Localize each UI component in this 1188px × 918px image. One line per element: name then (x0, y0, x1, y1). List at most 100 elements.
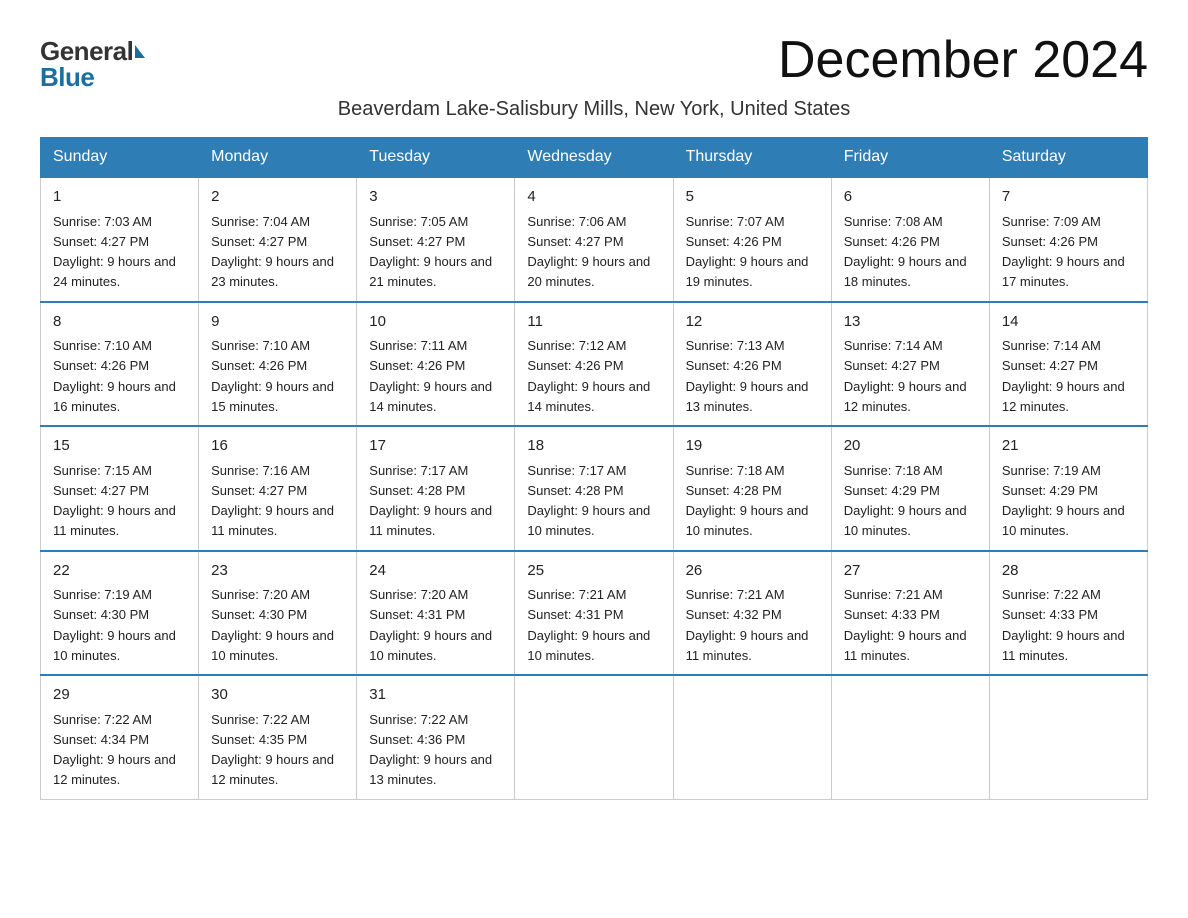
table-row: 28 Sunrise: 7:22 AMSunset: 4:33 PMDaylig… (989, 551, 1147, 676)
day-info: Sunrise: 7:09 AMSunset: 4:26 PMDaylight:… (1002, 214, 1125, 290)
day-number: 21 (1002, 435, 1135, 458)
table-row: 20 Sunrise: 7:18 AMSunset: 4:29 PMDaylig… (831, 426, 989, 551)
calendar-week-row: 22 Sunrise: 7:19 AMSunset: 4:30 PMDaylig… (41, 551, 1148, 676)
calendar-week-row: 29 Sunrise: 7:22 AMSunset: 4:34 PMDaylig… (41, 675, 1148, 799)
day-info: Sunrise: 7:19 AMSunset: 4:30 PMDaylight:… (53, 587, 176, 663)
table-row: 13 Sunrise: 7:14 AMSunset: 4:27 PMDaylig… (831, 302, 989, 427)
logo-general-text: General (40, 38, 133, 64)
day-info: Sunrise: 7:16 AMSunset: 4:27 PMDaylight:… (211, 463, 334, 539)
table-row: 3 Sunrise: 7:05 AMSunset: 4:27 PMDayligh… (357, 177, 515, 302)
day-info: Sunrise: 7:05 AMSunset: 4:27 PMDaylight:… (369, 214, 492, 290)
day-info: Sunrise: 7:21 AMSunset: 4:31 PMDaylight:… (527, 587, 650, 663)
day-number: 19 (686, 435, 819, 458)
col-wednesday: Wednesday (515, 138, 673, 178)
table-row: 27 Sunrise: 7:21 AMSunset: 4:33 PMDaylig… (831, 551, 989, 676)
col-friday: Friday (831, 138, 989, 178)
day-number: 10 (369, 311, 502, 334)
table-row (831, 675, 989, 799)
logo-blue-text: Blue (40, 64, 94, 90)
day-info: Sunrise: 7:10 AMSunset: 4:26 PMDaylight:… (211, 338, 334, 414)
table-row: 19 Sunrise: 7:18 AMSunset: 4:28 PMDaylig… (673, 426, 831, 551)
day-info: Sunrise: 7:14 AMSunset: 4:27 PMDaylight:… (844, 338, 967, 414)
day-number: 5 (686, 186, 819, 209)
table-row: 14 Sunrise: 7:14 AMSunset: 4:27 PMDaylig… (989, 302, 1147, 427)
day-number: 4 (527, 186, 660, 209)
day-info: Sunrise: 7:18 AMSunset: 4:29 PMDaylight:… (844, 463, 967, 539)
table-row: 5 Sunrise: 7:07 AMSunset: 4:26 PMDayligh… (673, 177, 831, 302)
table-row: 21 Sunrise: 7:19 AMSunset: 4:29 PMDaylig… (989, 426, 1147, 551)
day-info: Sunrise: 7:20 AMSunset: 4:31 PMDaylight:… (369, 587, 492, 663)
table-row: 29 Sunrise: 7:22 AMSunset: 4:34 PMDaylig… (41, 675, 199, 799)
day-number: 17 (369, 435, 502, 458)
day-info: Sunrise: 7:22 AMSunset: 4:36 PMDaylight:… (369, 712, 492, 788)
table-row (673, 675, 831, 799)
day-number: 11 (527, 311, 660, 334)
table-row: 2 Sunrise: 7:04 AMSunset: 4:27 PMDayligh… (199, 177, 357, 302)
table-row: 15 Sunrise: 7:15 AMSunset: 4:27 PMDaylig… (41, 426, 199, 551)
table-row: 31 Sunrise: 7:22 AMSunset: 4:36 PMDaylig… (357, 675, 515, 799)
day-info: Sunrise: 7:22 AMSunset: 4:33 PMDaylight:… (1002, 587, 1125, 663)
day-number: 23 (211, 560, 344, 583)
table-row: 17 Sunrise: 7:17 AMSunset: 4:28 PMDaylig… (357, 426, 515, 551)
calendar-week-row: 1 Sunrise: 7:03 AMSunset: 4:27 PMDayligh… (41, 177, 1148, 302)
day-number: 29 (53, 684, 186, 707)
day-number: 27 (844, 560, 977, 583)
day-info: Sunrise: 7:07 AMSunset: 4:26 PMDaylight:… (686, 214, 809, 290)
day-number: 7 (1002, 186, 1135, 209)
day-number: 12 (686, 311, 819, 334)
day-number: 26 (686, 560, 819, 583)
col-tuesday: Tuesday (357, 138, 515, 178)
day-number: 25 (527, 560, 660, 583)
table-row: 8 Sunrise: 7:10 AMSunset: 4:26 PMDayligh… (41, 302, 199, 427)
table-row: 1 Sunrise: 7:03 AMSunset: 4:27 PMDayligh… (41, 177, 199, 302)
day-info: Sunrise: 7:15 AMSunset: 4:27 PMDaylight:… (53, 463, 176, 539)
table-row: 26 Sunrise: 7:21 AMSunset: 4:32 PMDaylig… (673, 551, 831, 676)
day-number: 28 (1002, 560, 1135, 583)
col-thursday: Thursday (673, 138, 831, 178)
calendar-subtitle: Beaverdam Lake-Salisbury Mills, New York… (40, 98, 1148, 121)
table-row: 22 Sunrise: 7:19 AMSunset: 4:30 PMDaylig… (41, 551, 199, 676)
table-row (515, 675, 673, 799)
day-number: 15 (53, 435, 186, 458)
day-info: Sunrise: 7:04 AMSunset: 4:27 PMDaylight:… (211, 214, 334, 290)
day-number: 31 (369, 684, 502, 707)
table-row: 30 Sunrise: 7:22 AMSunset: 4:35 PMDaylig… (199, 675, 357, 799)
day-info: Sunrise: 7:17 AMSunset: 4:28 PMDaylight:… (369, 463, 492, 539)
day-info: Sunrise: 7:18 AMSunset: 4:28 PMDaylight:… (686, 463, 809, 539)
table-row: 12 Sunrise: 7:13 AMSunset: 4:26 PMDaylig… (673, 302, 831, 427)
logo: General Blue (40, 38, 145, 90)
day-info: Sunrise: 7:06 AMSunset: 4:27 PMDaylight:… (527, 214, 650, 290)
day-info: Sunrise: 7:21 AMSunset: 4:33 PMDaylight:… (844, 587, 967, 663)
day-info: Sunrise: 7:03 AMSunset: 4:27 PMDaylight:… (53, 214, 176, 290)
month-title: December 2024 (778, 30, 1148, 90)
day-info: Sunrise: 7:13 AMSunset: 4:26 PMDaylight:… (686, 338, 809, 414)
table-row: 6 Sunrise: 7:08 AMSunset: 4:26 PMDayligh… (831, 177, 989, 302)
day-info: Sunrise: 7:22 AMSunset: 4:35 PMDaylight:… (211, 712, 334, 788)
calendar-header-row: Sunday Monday Tuesday Wednesday Thursday… (41, 138, 1148, 178)
calendar-table: Sunday Monday Tuesday Wednesday Thursday… (40, 137, 1148, 800)
day-number: 2 (211, 186, 344, 209)
day-number: 1 (53, 186, 186, 209)
day-number: 24 (369, 560, 502, 583)
calendar-week-row: 15 Sunrise: 7:15 AMSunset: 4:27 PMDaylig… (41, 426, 1148, 551)
table-row: 25 Sunrise: 7:21 AMSunset: 4:31 PMDaylig… (515, 551, 673, 676)
day-number: 16 (211, 435, 344, 458)
day-info: Sunrise: 7:20 AMSunset: 4:30 PMDaylight:… (211, 587, 334, 663)
day-number: 30 (211, 684, 344, 707)
day-info: Sunrise: 7:11 AMSunset: 4:26 PMDaylight:… (369, 338, 492, 414)
table-row: 4 Sunrise: 7:06 AMSunset: 4:27 PMDayligh… (515, 177, 673, 302)
col-monday: Monday (199, 138, 357, 178)
table-row (989, 675, 1147, 799)
day-number: 20 (844, 435, 977, 458)
logo-arrow-icon (135, 45, 145, 58)
day-info: Sunrise: 7:22 AMSunset: 4:34 PMDaylight:… (53, 712, 176, 788)
table-row: 24 Sunrise: 7:20 AMSunset: 4:31 PMDaylig… (357, 551, 515, 676)
day-number: 9 (211, 311, 344, 334)
day-number: 8 (53, 311, 186, 334)
day-info: Sunrise: 7:12 AMSunset: 4:26 PMDaylight:… (527, 338, 650, 414)
table-row: 16 Sunrise: 7:16 AMSunset: 4:27 PMDaylig… (199, 426, 357, 551)
day-info: Sunrise: 7:10 AMSunset: 4:26 PMDaylight:… (53, 338, 176, 414)
day-number: 3 (369, 186, 502, 209)
day-info: Sunrise: 7:08 AMSunset: 4:26 PMDaylight:… (844, 214, 967, 290)
table-row: 7 Sunrise: 7:09 AMSunset: 4:26 PMDayligh… (989, 177, 1147, 302)
